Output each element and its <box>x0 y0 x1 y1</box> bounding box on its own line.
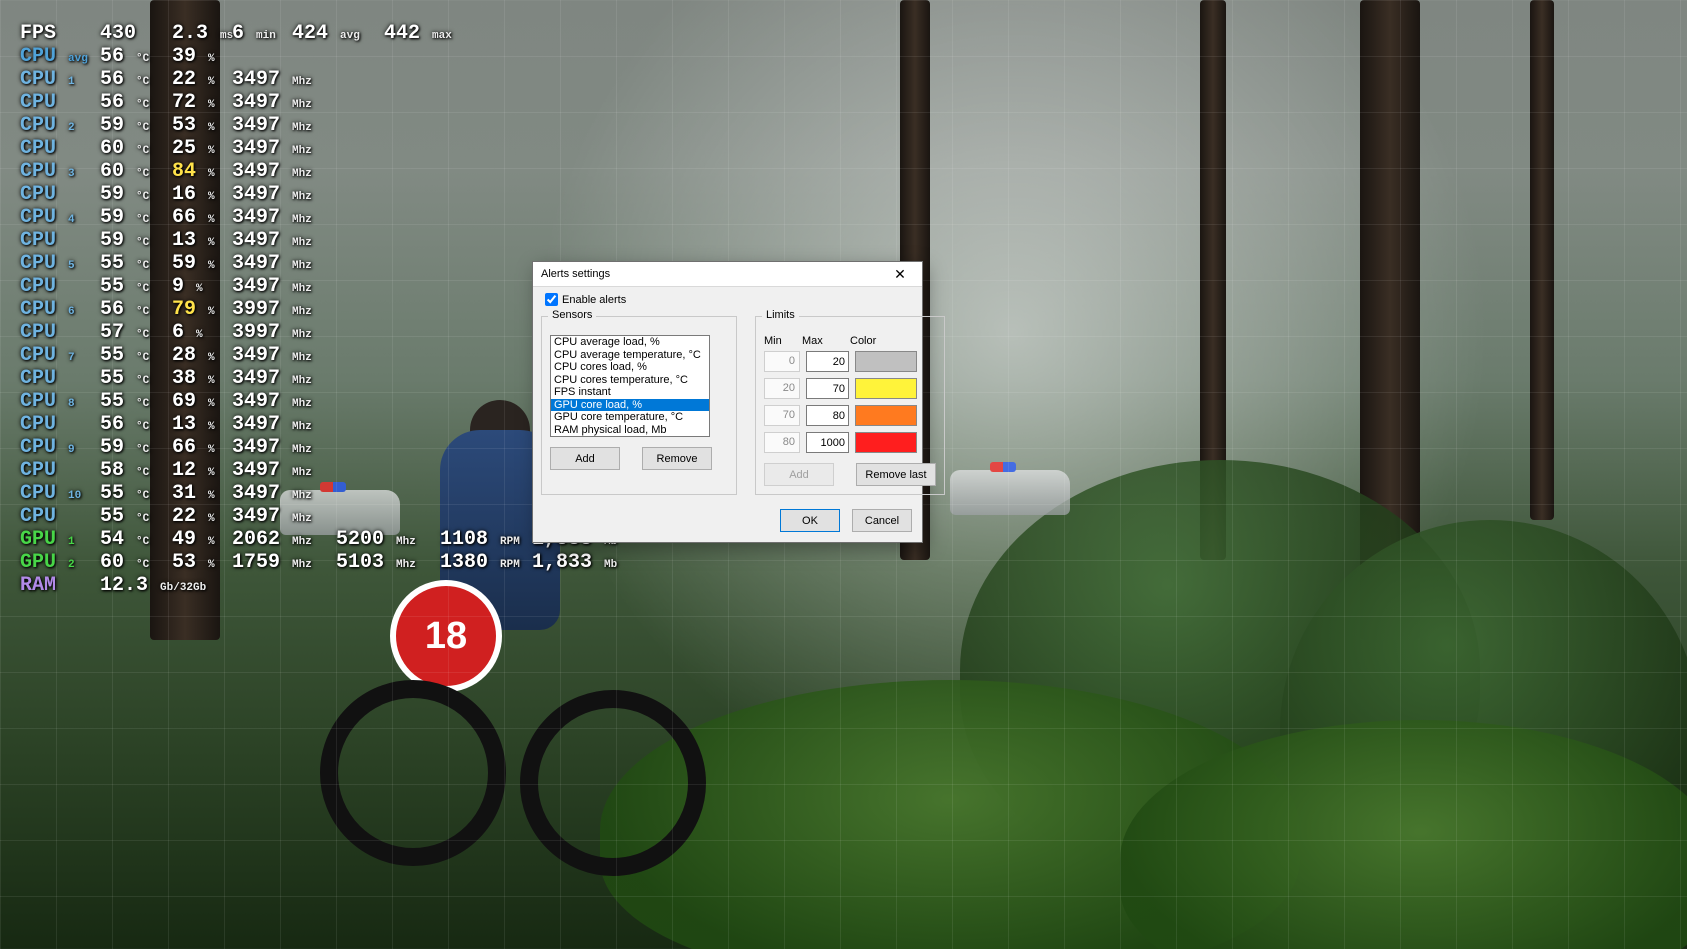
sensors-legend: Sensors <box>548 309 596 321</box>
sensor-item[interactable]: CPU cores load, % <box>551 361 709 374</box>
limit-remove-last-button[interactable]: Remove last <box>856 463 936 486</box>
police-car <box>950 470 1070 515</box>
limits-group: Limits Min Max Color 0207080 Add Remove … <box>755 316 945 495</box>
limit-color-swatch[interactable] <box>855 378 917 399</box>
enable-alerts-checkbox[interactable]: Enable alerts <box>545 293 912 306</box>
sensor-item[interactable]: GPU core temperature, °C <box>551 411 709 424</box>
col-color: Color <box>850 335 910 347</box>
limit-row: 70 <box>764 405 936 426</box>
limit-add-button: Add <box>764 463 834 486</box>
limit-row: 20 <box>764 378 936 399</box>
dialog-title: Alerts settings <box>541 268 884 280</box>
limit-min: 70 <box>764 405 800 426</box>
close-icon[interactable]: ✕ <box>884 264 916 284</box>
limit-color-swatch[interactable] <box>855 351 917 372</box>
limit-min: 0 <box>764 351 800 372</box>
cancel-button[interactable]: Cancel <box>852 509 912 532</box>
limit-min: 80 <box>764 432 800 453</box>
limit-row: 0 <box>764 351 936 372</box>
limit-color-swatch[interactable] <box>855 432 917 453</box>
limits-legend: Limits <box>762 309 799 321</box>
sensor-item[interactable]: RAM physical load, Mb <box>551 424 709 437</box>
limit-row: 80 <box>764 432 936 453</box>
limit-min: 20 <box>764 378 800 399</box>
sensors-listbox[interactable]: CPU average load, %CPU average temperatu… <box>550 335 710 437</box>
sensor-remove-button[interactable]: Remove <box>642 447 712 470</box>
limit-max-input[interactable] <box>806 432 849 453</box>
alerts-settings-dialog: Alerts settings ✕ Enable alerts Sensors … <box>532 261 923 543</box>
limit-max-input[interactable] <box>806 405 849 426</box>
sensor-item[interactable]: CPU average temperature, °C <box>551 349 709 362</box>
sensors-group: Sensors CPU average load, %CPU average t… <box>541 316 737 495</box>
limit-max-input[interactable] <box>806 351 849 372</box>
sensor-item[interactable]: CPU cores temperature, °C <box>551 374 709 387</box>
limit-color-swatch[interactable] <box>855 405 917 426</box>
ok-button[interactable]: OK <box>780 509 840 532</box>
col-min: Min <box>764 335 802 347</box>
tree-trunk <box>1530 0 1554 520</box>
col-max: Max <box>802 335 850 347</box>
limit-max-input[interactable] <box>806 378 849 399</box>
sensor-add-button[interactable]: Add <box>550 447 620 470</box>
dialog-titlebar[interactable]: Alerts settings ✕ <box>533 262 922 287</box>
enable-alerts-label: Enable alerts <box>562 294 626 306</box>
sensor-item[interactable]: CPU average load, % <box>551 336 709 349</box>
sensor-item[interactable]: GPU core load, % <box>551 399 709 412</box>
sensor-item[interactable]: FPS instant <box>551 386 709 399</box>
